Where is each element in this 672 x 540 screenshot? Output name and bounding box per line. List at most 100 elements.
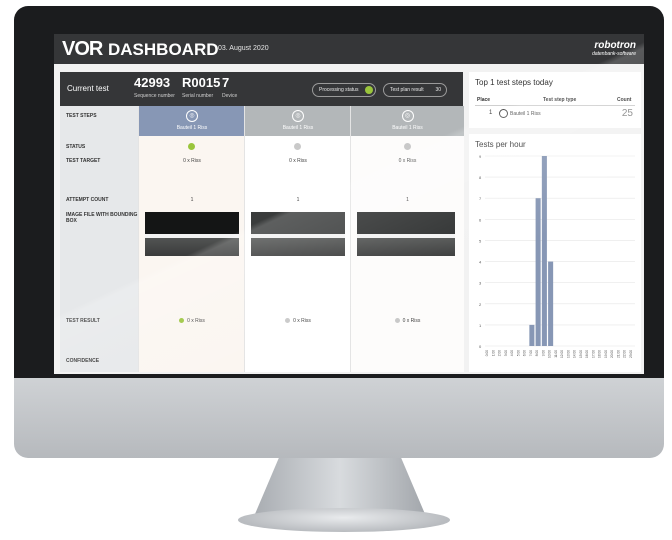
y-tick-label: 3	[479, 281, 482, 286]
vor-logo: VOR	[62, 38, 103, 60]
row-label-test-target: TEST TARGET	[66, 158, 101, 164]
test-step-header[interactable]: ◎ Bauteil 1 Riss	[245, 106, 351, 136]
inspection-image[interactable]	[145, 212, 239, 256]
dashboard-screen: VOR DASHBOARD 03. August 2020 robotron d…	[54, 34, 644, 374]
top-test-steps-title: Top 1 test steps today	[475, 78, 553, 87]
x-tick-label: 3:00	[504, 350, 508, 356]
row-label-attempt-count: ATTEMPT COUNT	[66, 197, 109, 203]
x-tick-label: 10:00	[548, 350, 552, 358]
serial-number: R0015	[182, 75, 221, 90]
column-header-count: Count	[617, 97, 632, 103]
device-number: 7	[222, 75, 230, 90]
x-tick-label: 17:00	[591, 350, 595, 358]
monitor-chin	[14, 378, 664, 458]
row-label-test-result: TEST RESULT	[66, 318, 100, 324]
x-tick-label: 11:00	[554, 350, 558, 358]
page-title: DASHBOARD	[108, 40, 219, 59]
x-tick-label: 15:00	[579, 350, 583, 358]
status-dot	[294, 143, 301, 150]
image-dark-region	[251, 212, 345, 236]
test-target-value: 0 x Riss	[398, 158, 417, 164]
row-label-column: TEST STEPS STATUS TEST TARGET ATTEMPT CO…	[60, 106, 138, 372]
test-step-name: Bauteil 1 Riss	[392, 125, 423, 131]
test-result-text: 0 x Riss	[187, 318, 205, 324]
x-tick-label: 19:00	[604, 350, 608, 358]
test-result-value: 0 x Riss	[245, 318, 351, 324]
count-value: 25	[621, 108, 633, 119]
y-tick-label: 0	[479, 344, 482, 349]
attempt-count-value: 1	[296, 197, 300, 203]
test-step-column: ◎ Bauteil 1 Riss 0 x Riss 1 0 x Riss	[138, 106, 245, 372]
x-tick-label: 7:00	[529, 350, 533, 356]
robotron-logo: robotron datenbank-software	[592, 40, 636, 57]
image-dark-region	[357, 212, 455, 236]
image-lower-region	[251, 238, 345, 256]
brand-subtitle: datenbank-software	[592, 51, 636, 57]
date-label: 03. August 2020	[218, 45, 269, 52]
image-lower-region	[357, 238, 455, 256]
device-label: Device	[222, 93, 238, 99]
tests-per-hour-chart: 0 1 2 3 4 5 6 7 8 9 0:00 1:00 2:00 3:00 4:00 5:00 6:00 7:…	[479, 154, 635, 358]
current-test-header: Current test 42993 Sequence number R0015…	[60, 72, 463, 106]
row-label-test-steps: TEST STEPS	[66, 113, 97, 119]
x-tick-label: 8:00	[535, 350, 539, 356]
y-tick-label: 8	[479, 175, 482, 180]
test-target-value: 0 x Riss	[289, 158, 307, 164]
column-header-place: Place	[477, 97, 491, 103]
test-step-icon	[499, 109, 508, 118]
x-tick-label: 18:00	[598, 350, 602, 358]
test-step-header[interactable]: ◎ Bauteil 1 Riss	[139, 106, 245, 136]
test-step-name: Bauteil 1 Riss	[282, 125, 314, 131]
x-tick-label: 6:00	[523, 350, 527, 356]
tests-per-hour-panel: Tests per hour 0 1 2 3 4 5 6 7 8 9 0:00 1:00 2:00 3:0…	[469, 134, 641, 372]
top-test-steps-panel: Top 1 test steps today Place Test step t…	[469, 72, 641, 128]
divider	[475, 105, 635, 106]
test-step-header[interactable]: ◎ Bauteil 1 Riss	[351, 106, 464, 136]
row-label-confidence: CONFIDENCE	[66, 358, 100, 364]
status-dot	[188, 143, 195, 150]
x-tick-label: 5:00	[516, 350, 520, 356]
x-tick-label: 14:00	[573, 350, 577, 358]
column-header-type: Test step type	[543, 97, 577, 103]
attempt-count-value: 1	[190, 197, 194, 203]
x-tick-label: 20:00	[610, 350, 614, 358]
test-step-column: ◎ Bauteil 1 Riss 0 x Riss 1 0 x Riss	[350, 106, 464, 372]
x-tick-label: 23:00	[629, 350, 633, 358]
x-tick-label: 9:00	[541, 350, 545, 356]
status-dot	[403, 143, 411, 150]
current-test-panel: Current test 42993 Sequence number R0015…	[60, 72, 464, 372]
bar	[535, 198, 541, 346]
processing-status-pill[interactable]: Processing status	[312, 83, 376, 97]
result-dot	[285, 318, 291, 324]
test-step-icon: ◎	[292, 110, 304, 122]
place-value: 1	[489, 110, 493, 116]
test-target-value: 0 x Riss	[183, 158, 201, 164]
sequence-number-label: Sequence number	[134, 93, 175, 99]
test-result-value: 0 x Riss	[351, 318, 464, 324]
test-plan-result-count: 30	[435, 87, 441, 93]
x-tick-label: 1:00	[491, 350, 495, 356]
attempt-count-value: 1	[406, 197, 409, 203]
x-tick-label: 4:00	[510, 350, 514, 356]
x-tick-label: 16:00	[585, 350, 589, 358]
x-tick-label: 2:00	[498, 350, 502, 356]
x-tick-label: 12:00	[560, 350, 564, 358]
processing-status-label: Processing status	[319, 87, 359, 93]
y-tick-label: 9	[479, 154, 482, 159]
row-label-status: STATUS	[66, 144, 86, 150]
x-tick-label: 13:00	[566, 350, 570, 358]
test-step-type-value: Bauteil 1 Riss	[510, 111, 541, 117]
result-dot	[179, 318, 185, 324]
x-tick-label: 21:00	[616, 350, 620, 358]
image-dark-region	[145, 212, 239, 236]
monitor-stand-base	[238, 508, 450, 532]
inspection-image[interactable]	[357, 212, 455, 256]
y-tick-label: 1	[479, 323, 482, 328]
test-result-value: 0 x Riss	[139, 318, 245, 324]
test-plan-result-pill[interactable]: Test plan result 30	[383, 83, 447, 97]
inspection-image[interactable]	[251, 212, 345, 256]
bar	[541, 156, 547, 346]
brand-name: robotron	[594, 40, 636, 51]
y-tick-label: 5	[479, 238, 482, 243]
y-tick-label: 4	[479, 260, 482, 265]
